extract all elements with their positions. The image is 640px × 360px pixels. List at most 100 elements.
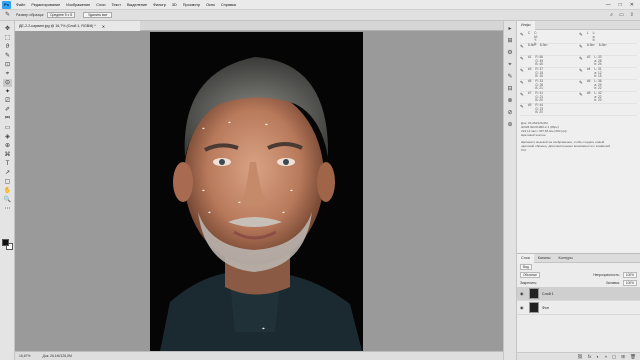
- opacity-input[interactable]: 100%: [622, 272, 637, 278]
- fill-input[interactable]: 100%: [622, 280, 637, 286]
- layer-row-layer1[interactable]: ◉ Слой 1: [517, 287, 640, 301]
- libraries-panel-icon[interactable]: ⊛: [506, 121, 514, 129]
- crop-tool-icon[interactable]: ⊡: [3, 61, 12, 69]
- visibility-eye-icon[interactable]: ◉: [520, 291, 526, 296]
- minimize-icon[interactable]: —: [606, 2, 611, 8]
- delete-layer-icon[interactable]: 🗑: [630, 354, 636, 360]
- new-group-icon[interactable]: ▢: [612, 354, 616, 360]
- sample-values: L: 33 a: 28 b: 24: [594, 55, 601, 67]
- styles-panel-icon[interactable]: ⊗: [506, 97, 514, 105]
- window-controls: — □ ✕: [606, 2, 634, 8]
- lasso-tool-icon[interactable]: ϑ: [3, 43, 12, 51]
- menu-select[interactable]: Выделение: [127, 3, 147, 7]
- menu-layers[interactable]: Слои: [96, 3, 105, 7]
- svg-text:⌖: ⌖: [208, 210, 211, 216]
- menu-edit[interactable]: Редактирование: [31, 3, 60, 7]
- blend-mode-select[interactable]: Обычные: [520, 272, 541, 278]
- info-panel: Инфо ✎ C C: M: Y: K: ✎ L L: a: b: ✎ 8-бит 8-бит ✎ 8-бит…: [517, 20, 640, 253]
- layer-filter-select[interactable]: Вид: [520, 264, 532, 270]
- eyedropper-icon: ✎: [520, 92, 524, 97]
- more-tools-icon[interactable]: ⋯: [3, 205, 12, 213]
- stamp-tool-icon[interactable]: ✐: [3, 106, 12, 114]
- close-window-icon[interactable]: ✕: [630, 2, 634, 8]
- adjustment-layer-icon[interactable]: ◑: [604, 354, 607, 359]
- search-icon[interactable]: ⌕: [610, 12, 613, 18]
- layer-row-background[interactable]: ◉ Фон: [517, 301, 640, 315]
- foreground-color-swatch[interactable]: [2, 239, 9, 246]
- share-icon[interactable]: ⇪: [630, 12, 634, 18]
- eraser-tool-icon[interactable]: ▭: [3, 124, 12, 132]
- shape-tool-icon[interactable]: ▢: [3, 178, 12, 186]
- new-layer-icon[interactable]: ⊞: [621, 354, 625, 360]
- info-sample-cell: ✎ 8-бит 8-бит: [579, 43, 637, 55]
- canvas-area[interactable]: ⌖ ⌖ ⌖ ⌖ ⌖ ⌖ ⌖ ⌖ ⌖: [15, 31, 503, 351]
- move-tool-icon[interactable]: ✥: [3, 25, 12, 33]
- collapse-panels-icon[interactable]: ▸: [506, 25, 514, 33]
- properties-panel-icon[interactable]: ⚙: [506, 49, 514, 57]
- add-mask-icon[interactable]: ◐: [596, 354, 599, 359]
- svg-text:⌖: ⌖: [290, 188, 293, 194]
- healing-tool-icon[interactable]: ✦: [3, 88, 12, 96]
- brush-panel-icon[interactable]: ✎: [506, 73, 514, 81]
- sample-size-select[interactable]: Среднее 5 х 5: [47, 12, 76, 18]
- history-brush-tool-icon[interactable]: ⎃: [3, 115, 12, 123]
- frame-tool-icon[interactable]: ⌖: [3, 70, 12, 78]
- layer-style-icon[interactable]: fx: [588, 354, 592, 359]
- type-tool-icon[interactable]: T: [3, 160, 12, 168]
- tab-info[interactable]: Инфо: [517, 20, 535, 30]
- marquee-tool-icon[interactable]: ⬚: [3, 34, 12, 42]
- tab-paths[interactable]: Контуры: [555, 254, 577, 263]
- menu-file[interactable]: Файл: [16, 3, 25, 7]
- menu-view[interactable]: Просмотр: [183, 3, 200, 7]
- workspace-icon[interactable]: ▭: [619, 12, 624, 18]
- color-sampler-tool-icon[interactable]: ✎: [5, 12, 12, 19]
- swatches-panel-icon[interactable]: ⊘: [506, 109, 514, 117]
- clear-all-button[interactable]: Удалить все: [83, 12, 113, 18]
- quick-select-tool-icon[interactable]: ✎: [3, 52, 12, 60]
- menu-filter[interactable]: Фильтр: [153, 3, 166, 7]
- eyedropper-tool-icon[interactable]: ⊙: [3, 79, 12, 87]
- menu-bar: Ps Файл Редактирование Изображение Слои …: [0, 0, 640, 10]
- adjustments-panel-icon[interactable]: ⊟: [506, 85, 514, 93]
- tab-layers[interactable]: Слои: [517, 253, 534, 263]
- path-select-tool-icon[interactable]: ↗: [3, 169, 12, 177]
- dodge-tool-icon[interactable]: ⊕: [3, 142, 12, 150]
- gradient-tool-icon[interactable]: ◈: [3, 133, 12, 141]
- sample-label: #2: [586, 55, 591, 59]
- layers-filter-row: Вид: [517, 263, 640, 271]
- status-bar: 16,67% Док: 26,1M/126,0M: [15, 351, 503, 360]
- menu-window[interactable]: Окно: [206, 3, 215, 7]
- sample-values: 8-бит: [540, 43, 548, 55]
- svg-text:⌖: ⌖: [282, 210, 285, 216]
- portrait-photo[interactable]: ⌖ ⌖ ⌖ ⌖ ⌖ ⌖ ⌖ ⌖ ⌖: [150, 32, 363, 351]
- eyedropper-icon: ✎: [579, 44, 583, 49]
- sample-values: L: 31 a: 12 b: 15: [594, 67, 601, 79]
- visibility-eye-icon[interactable]: ◉: [520, 305, 526, 310]
- layer-name: Слой 1: [542, 291, 554, 296]
- menu-help[interactable]: Справка: [221, 3, 236, 7]
- zoom-tool-icon[interactable]: 🔍: [3, 196, 12, 204]
- maximize-icon[interactable]: □: [619, 2, 622, 8]
- eyedropper-icon: ✎: [520, 104, 524, 109]
- history-panel-icon[interactable]: ⊞: [506, 37, 514, 45]
- zoom-level[interactable]: 16,67%: [19, 354, 31, 358]
- brush-tool-icon[interactable]: ⎚: [3, 97, 12, 105]
- link-layers-icon[interactable]: ⛓: [577, 354, 583, 360]
- menu-image[interactable]: Изображение: [66, 3, 90, 7]
- menu-3d[interactable]: 3D: [172, 3, 177, 7]
- doc-size: Док: 26,1M/126,0M: [42, 354, 72, 358]
- sample-label: #7: [527, 91, 532, 95]
- menu-text[interactable]: Текст: [111, 3, 121, 7]
- document-tab[interactable]: ДЕ-2-2-карвинг.jpg @ 16,7% (Слой 1, RGB/…: [15, 21, 140, 31]
- info-sample-cell: ✎ #4 L: 31 a: 12 b: 15: [579, 67, 637, 79]
- hand-tool-icon[interactable]: ✋: [3, 187, 12, 195]
- sample-values: L: a: b:: [593, 31, 596, 43]
- info-panel-icon[interactable]: ⌖: [506, 61, 514, 69]
- close-tab-icon[interactable]: ✕: [102, 24, 105, 29]
- tab-channels[interactable]: Каналы: [534, 254, 555, 263]
- pen-tool-icon[interactable]: ⌘: [3, 151, 12, 159]
- eyedropper-icon: ✎: [520, 32, 524, 37]
- info-sample-cell: ✎ #3 R: 37 G: 15 B: 15: [520, 67, 578, 79]
- info-sample-row: ✎ #9 R: 44 G: 23 B: 20: [520, 103, 637, 116]
- eyedropper-icon: ✎: [520, 44, 524, 49]
